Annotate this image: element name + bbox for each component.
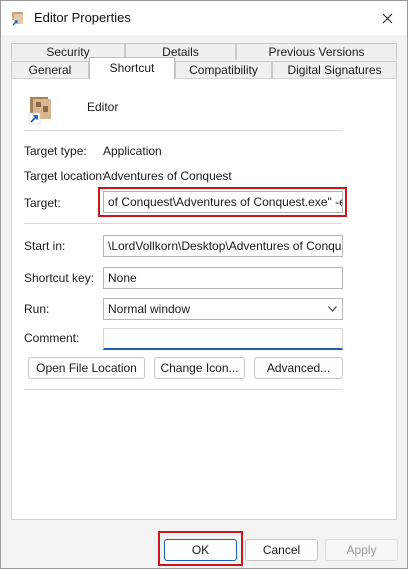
tab-digital-signatures[interactable]: Digital Signatures <box>272 61 397 78</box>
window-title: Editor Properties <box>34 10 131 25</box>
close-icon <box>382 13 392 23</box>
comment-input[interactable] <box>103 328 343 350</box>
divider <box>24 389 342 390</box>
shortcut-key-label: Shortcut key: <box>24 271 95 285</box>
run-select-value: Normal window <box>108 302 191 316</box>
run-label: Run: <box>24 302 50 316</box>
divider <box>24 223 342 224</box>
tab-general[interactable]: General <box>11 61 89 78</box>
target-label: Target: <box>24 196 61 210</box>
change-icon-button[interactable]: Change Icon... <box>154 357 245 379</box>
target-input[interactable]: of Conquest\Adventures of Conquest.exe" … <box>103 191 343 213</box>
tab-shortcut[interactable]: Shortcut <box>89 57 175 79</box>
close-button[interactable] <box>375 7 399 29</box>
properties-dialog: Editor Properties Security Details Previ… <box>0 0 408 569</box>
target-location-value: Adventures of Conquest <box>103 169 232 183</box>
advanced-button[interactable]: Advanced... <box>254 357 343 379</box>
shortcut-name: Editor <box>87 100 119 114</box>
target-location-label: Target location: <box>24 169 106 183</box>
start-in-label: Start in: <box>24 239 66 253</box>
run-select[interactable]: Normal window <box>103 298 343 320</box>
app-shortcut-icon <box>28 97 51 125</box>
apply-button[interactable]: Apply <box>325 539 398 561</box>
comment-label: Comment: <box>24 331 80 345</box>
shortcut-key-input[interactable]: None <box>103 267 343 289</box>
target-type-label: Target type: <box>24 144 87 158</box>
cancel-button[interactable]: Cancel <box>245 539 318 561</box>
shortcut-file-icon <box>12 12 23 26</box>
tab-strip: Security Details Previous Versions Gener… <box>1 35 407 80</box>
title-bar: Editor Properties <box>1 1 407 35</box>
shortcut-panel: Editor Target type: Application Target l… <box>11 78 397 520</box>
open-file-location-button[interactable]: Open File Location <box>28 357 145 379</box>
divider <box>24 130 342 131</box>
tab-previous-versions[interactable]: Previous Versions <box>236 43 397 60</box>
tab-compatibility[interactable]: Compatibility <box>175 61 272 78</box>
ok-button[interactable]: OK <box>164 539 237 561</box>
start-in-input[interactable]: \LordVollkorn\Desktop\Adventures of Conq… <box>103 235 343 257</box>
target-type-value: Application <box>103 144 162 158</box>
chevron-down-icon <box>328 306 337 312</box>
